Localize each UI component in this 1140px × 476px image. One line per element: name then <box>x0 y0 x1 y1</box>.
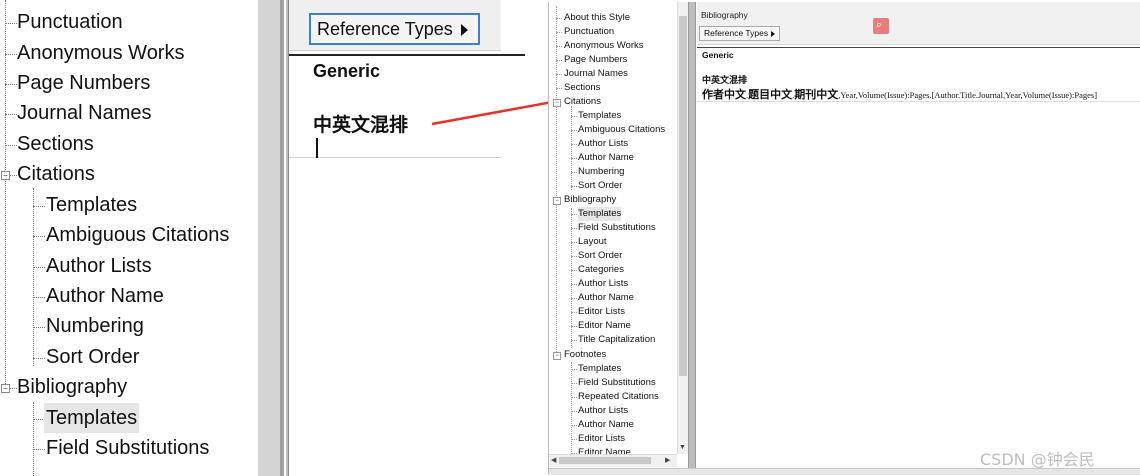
collapse-icon[interactable]: − <box>1 171 10 180</box>
style-editor-window: About this Style Punctuation Anonymous W… <box>548 2 1140 475</box>
generic-header: Generic <box>289 54 525 86</box>
template-input-line <box>697 101 1140 102</box>
template-heading[interactable]: 中英文混排 <box>702 73 747 86</box>
watermark-text: CSDN @钟会民 <box>980 450 1095 469</box>
zoomed-style-tree: Punctuation Anonymous Works Page Numbers… <box>0 0 258 476</box>
section-title: Bibliography <box>701 10 748 20</box>
tree-connector <box>33 402 34 476</box>
template-editor: Bibliography Reference Types ⌕ Generic 中… <box>697 2 1140 468</box>
reference-types-button[interactable]: Reference Types <box>699 26 781 41</box>
triangle-right-icon <box>460 24 468 37</box>
scroll-thumb[interactable] <box>559 457 651 464</box>
collapse-icon[interactable]: − <box>553 197 561 205</box>
collapse-icon[interactable]: − <box>553 99 561 107</box>
pane-splitter[interactable] <box>688 2 696 468</box>
collapse-icon[interactable]: − <box>1 384 10 393</box>
collapse-icon[interactable]: − <box>553 352 561 360</box>
triangle-right-icon <box>771 30 776 37</box>
template-input-line[interactable] <box>289 133 501 158</box>
field-author-cn: 作者中文 <box>702 88 746 101</box>
chevron-down-icon[interactable]: ▼ <box>679 444 686 451</box>
search-icon[interactable]: ⌕ <box>873 18 889 34</box>
chevron-right-icon[interactable]: ▶ <box>665 456 670 464</box>
chevron-left-icon[interactable]: ◀ <box>551 456 556 464</box>
tree-vertical-scrollbar[interactable]: ▼ <box>677 2 688 454</box>
tree-horizontal-scrollbar[interactable]: ◀ ▶ <box>549 454 677 467</box>
template-line[interactable]: 作者中文.题目中文.期刊中文,Year,Volume(Issue):Pages.… <box>702 86 1097 102</box>
editor-toolbar: Reference Types <box>289 0 501 51</box>
template-fields-text: ,Year,Volume(Issue):Pages.[Author.Title.… <box>838 90 1098 100</box>
reference-types-button[interactable]: Reference Types <box>309 13 480 45</box>
style-tree: About this Style Punctuation Anonymous W… <box>549 2 677 454</box>
generic-header: Generic <box>697 47 1140 62</box>
tree-connector <box>5 0 6 392</box>
editor-header: Bibliography Reference Types ⌕ <box>697 2 1140 45</box>
field-title-cn: 题目中文 <box>748 88 793 101</box>
field-journal-cn: 期刊中文 <box>794 88 839 101</box>
tree-connector <box>33 188 34 366</box>
scroll-thumb[interactable] <box>679 16 687 376</box>
text-caret <box>316 138 318 158</box>
zoomed-template-editor: Reference Types Generic 中英文混排 <box>288 0 525 476</box>
pane-splitter[interactable] <box>258 0 288 476</box>
